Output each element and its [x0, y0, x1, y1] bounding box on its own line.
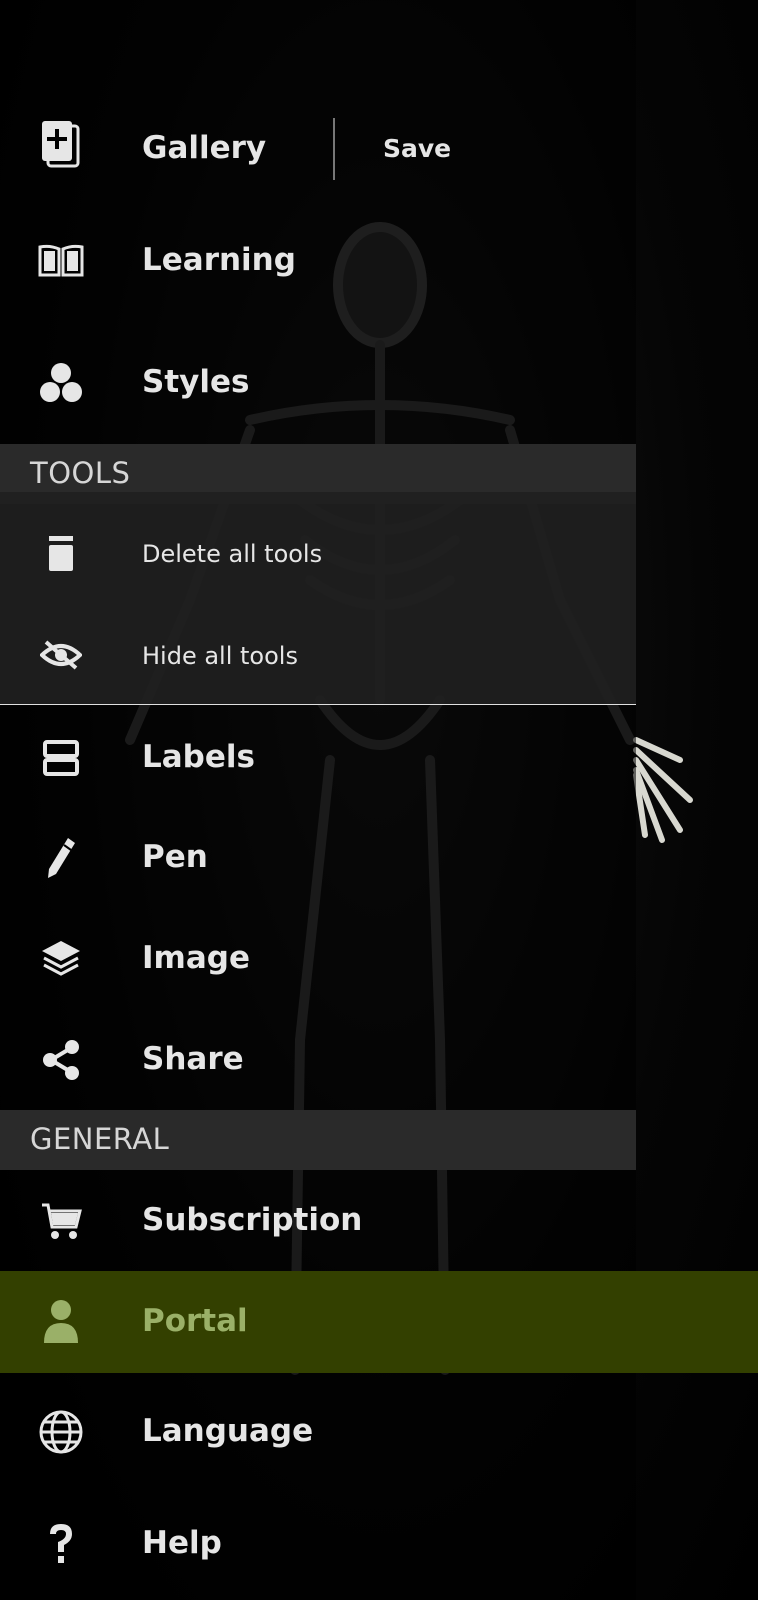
- share-icon: [36, 1035, 86, 1085]
- menu-item-styles[interactable]: Styles: [0, 358, 636, 408]
- circles-icon: [36, 358, 86, 408]
- menu-item-label: Portal: [142, 1303, 248, 1339]
- menu-item-label: Delete all tools: [142, 540, 323, 568]
- gallery-label: Gallery: [142, 130, 267, 166]
- menu-item-subscription[interactable]: Subscription: [0, 1196, 636, 1246]
- layers-icon: [36, 934, 86, 984]
- menu-item-label: Labels: [142, 739, 255, 775]
- menu-item-label: Learning: [142, 242, 296, 278]
- menu-item-learning[interactable]: Learning: [0, 236, 636, 286]
- menu-item-hide-all-tools[interactable]: Hide all tools: [0, 630, 636, 680]
- gallery-add-icon: [36, 120, 86, 170]
- gallery-button[interactable]: Gallery: [0, 118, 330, 180]
- menu-item-labels[interactable]: Labels: [0, 733, 636, 783]
- menu-item-language[interactable]: Language: [0, 1407, 636, 1457]
- trash-icon: [36, 528, 86, 578]
- menu-item-share[interactable]: Share: [0, 1035, 636, 1085]
- menu-item-label: Styles: [142, 364, 250, 400]
- section-title: TOOLS: [30, 456, 131, 490]
- menu-item-label: Pen: [142, 839, 208, 875]
- menu-item-label: Subscription: [142, 1202, 363, 1238]
- menu-item-label: Hide all tools: [142, 642, 298, 670]
- labels-icon: [36, 733, 86, 783]
- header-divider: [333, 118, 335, 180]
- menu-item-pen[interactable]: Pen: [0, 833, 636, 883]
- menu-item-image[interactable]: Image: [0, 934, 636, 984]
- menu-item-label: Language: [142, 1413, 314, 1449]
- menu-item-delete-all-tools[interactable]: Delete all tools: [0, 528, 636, 578]
- menu-item-label: Share: [142, 1041, 244, 1077]
- cart-icon: [36, 1196, 86, 1246]
- menu-item-label: Image: [142, 940, 250, 976]
- person-icon: [36, 1297, 86, 1347]
- tools-divider: [0, 704, 636, 705]
- globe-icon: [36, 1407, 86, 1457]
- menu-item-portal[interactable]: Portal: [0, 1297, 758, 1347]
- save-button[interactable]: Save: [383, 134, 451, 163]
- section-title: GENERAL: [30, 1122, 170, 1156]
- menu-item-label: Help: [142, 1525, 222, 1561]
- pen-icon: [36, 833, 86, 883]
- question-icon: [36, 1519, 86, 1569]
- eye-off-icon: [36, 630, 86, 680]
- menu-item-help[interactable]: Help: [0, 1519, 636, 1569]
- section-header-general: GENERAL: [0, 1110, 636, 1170]
- book-icon: [36, 236, 86, 286]
